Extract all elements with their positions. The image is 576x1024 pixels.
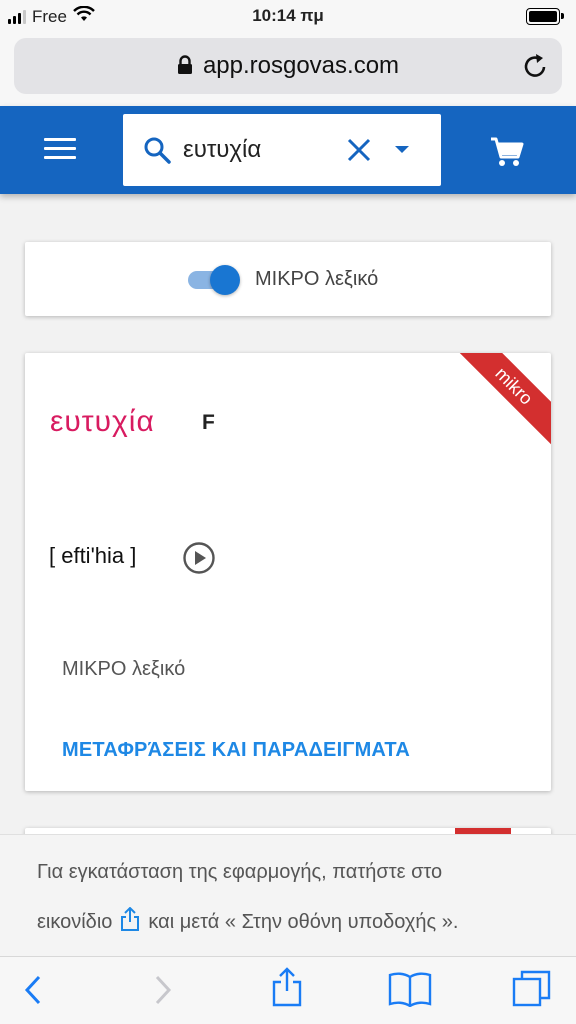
browser-chrome: app.rosgovas.com (0, 34, 576, 106)
back-icon[interactable] (22, 973, 44, 1012)
lock-icon (177, 54, 193, 82)
banner-text-line1: Για εγκατάσταση της εφαρμογής, πατήστε σ… (37, 861, 443, 883)
dictionary-ribbon: mikro (450, 353, 551, 450)
mikro-dictionary-switch[interactable] (186, 264, 240, 295)
battery-icon (526, 8, 564, 25)
dropdown-arrow-icon[interactable] (395, 146, 409, 153)
translations-examples-link[interactable]: ΜΕΤΑΦΡΆΣΕΙΣ ΚΑΙ ΠΑΡΑΔΕΙΓΜΑΤΑ (62, 739, 410, 762)
pronunciation: [ efti'hia ] (49, 543, 137, 568)
clock: 10:14 πμ (252, 6, 324, 25)
dictionary-label: ΜΙΚΡΟ λεξικό (62, 658, 186, 680)
address-bar[interactable]: app.rosgovas.com (14, 38, 562, 94)
headword: ευτυχία (50, 405, 155, 438)
dictionary-toggle-card: ΜΙΚΡΟ λεξικό (25, 242, 551, 316)
install-banner: Για εγκατάσταση της εφαρμογής, πατήστε σ… (0, 834, 576, 956)
toggle-label: ΜΙΚΡΟ λεξικό (255, 268, 379, 290)
banner-text-line2: εικονίδιο και μετά « Στην οθόνη υποδοχής… (37, 906, 459, 937)
share-button-icon[interactable] (272, 967, 302, 1012)
forward-icon[interactable] (152, 973, 174, 1012)
address-display[interactable]: app.rosgovas.com (14, 52, 562, 82)
bookmarks-icon[interactable] (388, 971, 432, 1012)
reload-icon[interactable] (522, 52, 548, 85)
search-input[interactable] (183, 132, 333, 168)
browser-toolbar (0, 956, 576, 1024)
status-bar: Free 10:14 πμ (0, 0, 576, 34)
url-text: app.rosgovas.com (202, 52, 400, 79)
gender-tag: F (202, 411, 215, 434)
search-icon[interactable] (143, 136, 171, 169)
banner-text-prefix: εικονίδιο (37, 911, 113, 933)
clear-icon[interactable] (347, 138, 371, 167)
menu-icon[interactable] (44, 138, 76, 162)
shopping-cart-icon[interactable] (490, 136, 524, 173)
share-icon (120, 906, 140, 937)
play-audio-icon[interactable] (182, 541, 216, 580)
dictionary-entry-card: mikro ευτυχία F [ efti'hia ] ΜΙΚΡΟ λεξικ… (25, 353, 551, 791)
app-header (0, 106, 576, 194)
banner-text-suffix: και μετά « Στην οθόνη υποδοχής ». (148, 911, 459, 933)
search-box[interactable] (123, 114, 441, 186)
tabs-icon[interactable] (512, 969, 552, 1014)
